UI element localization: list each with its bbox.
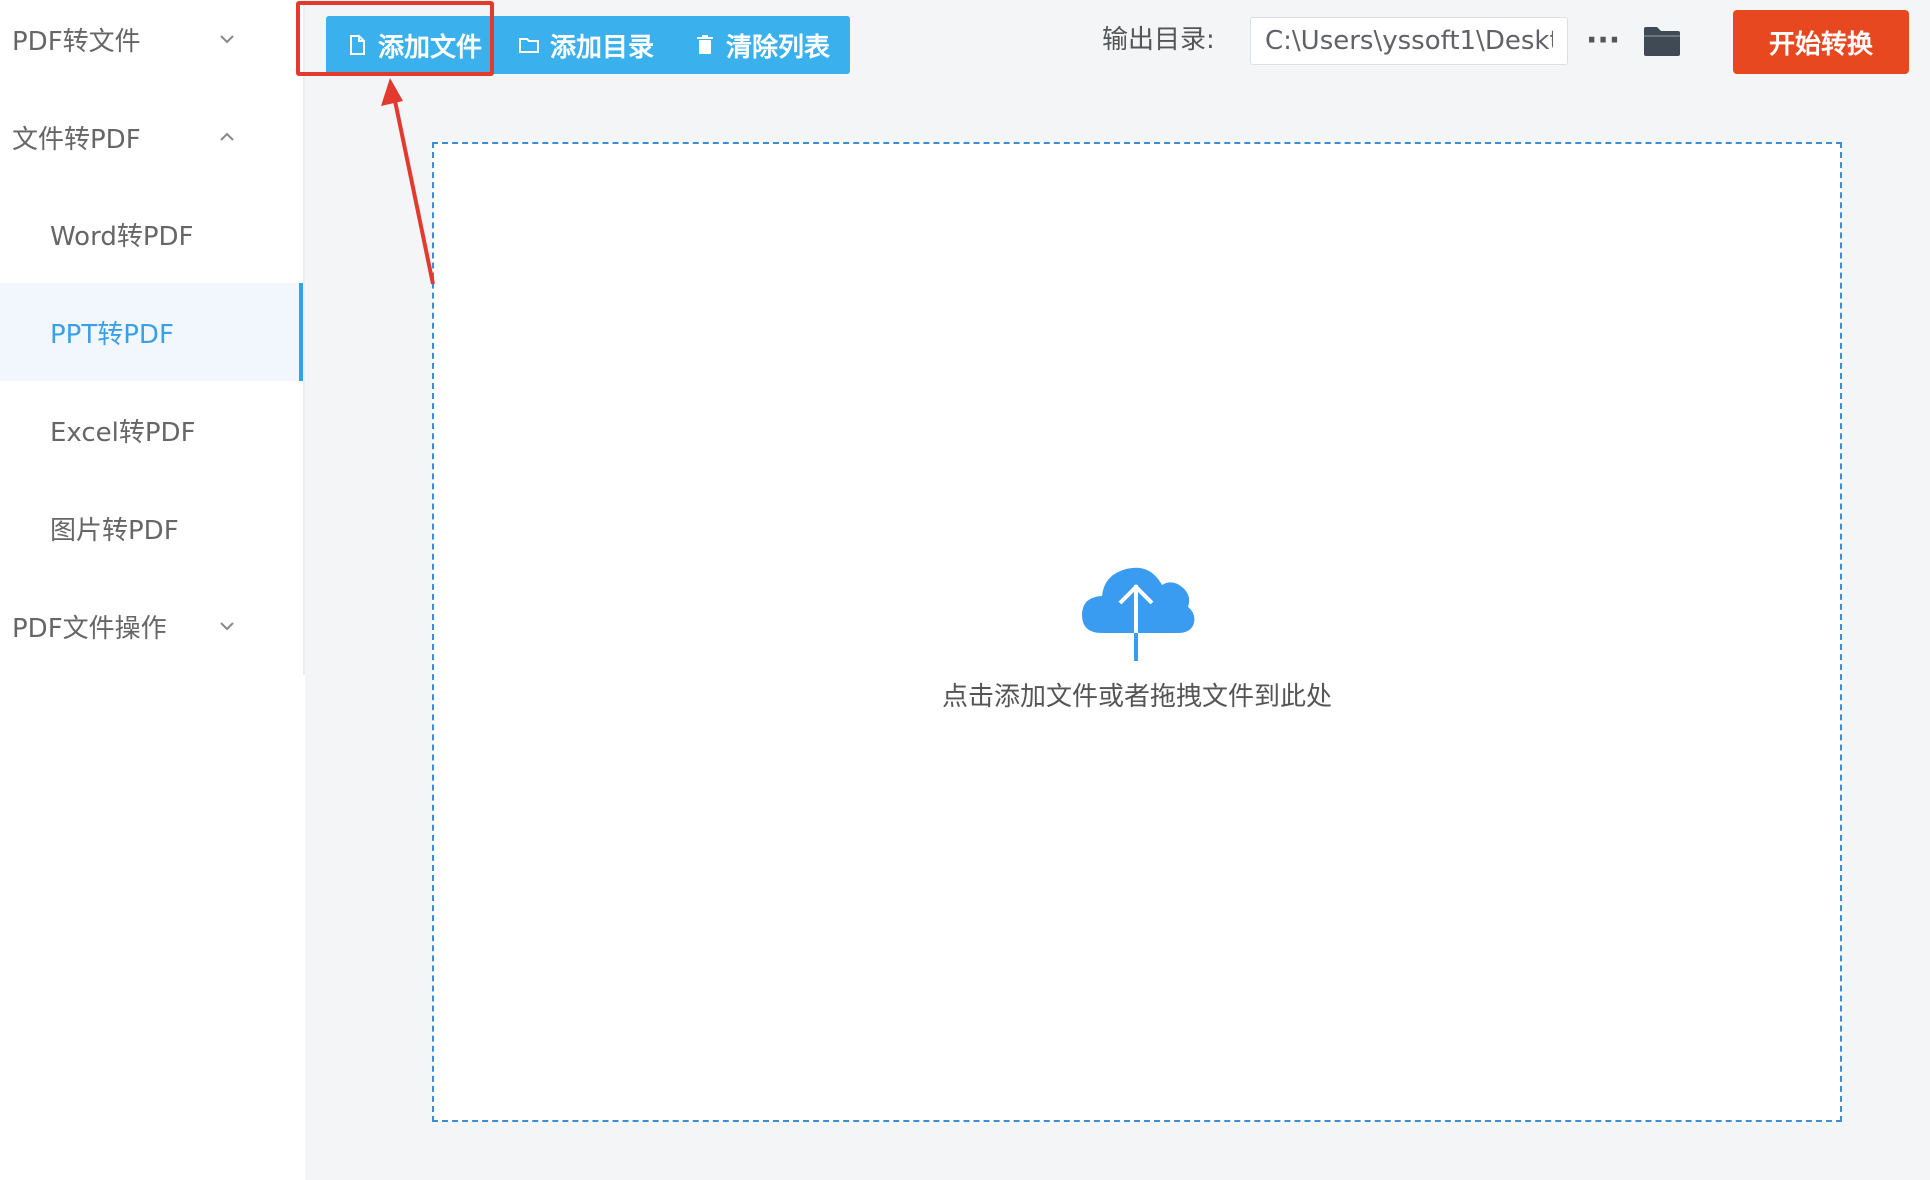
chevron-down-icon: [216, 615, 238, 637]
sidebar-item-ppt-to-pdf[interactable]: PPT转PDF: [0, 283, 303, 381]
sidebar-item-excel-to-pdf[interactable]: Excel转PDF: [0, 381, 303, 479]
clear-list-button[interactable]: 清除列表: [694, 16, 830, 74]
chevron-up-icon: [216, 126, 238, 148]
add-file-button[interactable]: 添加文件: [346, 16, 482, 74]
folder-icon[interactable]: [1642, 24, 1682, 58]
sidebar-item-label: Excel转PDF: [50, 417, 196, 448]
sidebar-item-label: PDF文件操作: [12, 613, 167, 644]
cloud-upload-icon: [1074, 555, 1198, 665]
add-directory-label: 添加目录: [550, 32, 655, 63]
output-directory-label: 输出目录:: [1102, 25, 1215, 55]
sidebar-item-label: 图片转PDF: [50, 515, 179, 546]
sidebar: PDF转文件 文件转PDF Word转PDF PPT转PDF Excel转PDF…: [0, 0, 303, 1180]
trash-icon: [694, 33, 716, 57]
sidebar-group-file-to-pdf[interactable]: 文件转PDF: [0, 88, 303, 186]
file-icon: [346, 33, 368, 57]
clear-list-label: 清除列表: [726, 32, 831, 63]
sidebar-item-image-to-pdf[interactable]: 图片转PDF: [0, 479, 303, 577]
start-convert-button[interactable]: 开始转换: [1733, 10, 1909, 74]
folder-outline-icon: [518, 33, 540, 57]
more-options-button[interactable]: ···: [1586, 22, 1620, 60]
add-directory-button[interactable]: 添加目录: [518, 16, 654, 74]
sidebar-item-label: PDF转文件: [12, 26, 141, 57]
sidebar-group-pdf-operations[interactable]: PDF文件操作: [0, 577, 303, 675]
sidebar-item-label: PPT转PDF: [50, 319, 174, 350]
add-file-label: 添加文件: [378, 32, 483, 63]
sidebar-item-label: 文件转PDF: [12, 124, 141, 155]
sidebar-item-label: Word转PDF: [50, 221, 194, 252]
chevron-down-icon: [216, 28, 238, 50]
sidebar-group-pdf-to-file[interactable]: PDF转文件: [0, 0, 303, 88]
sidebar-item-word-to-pdf[interactable]: Word转PDF: [0, 185, 303, 283]
output-directory-input[interactable]: [1250, 17, 1568, 65]
drop-hint-text: 点击添加文件或者拖拽文件到此处: [941, 682, 1332, 712]
